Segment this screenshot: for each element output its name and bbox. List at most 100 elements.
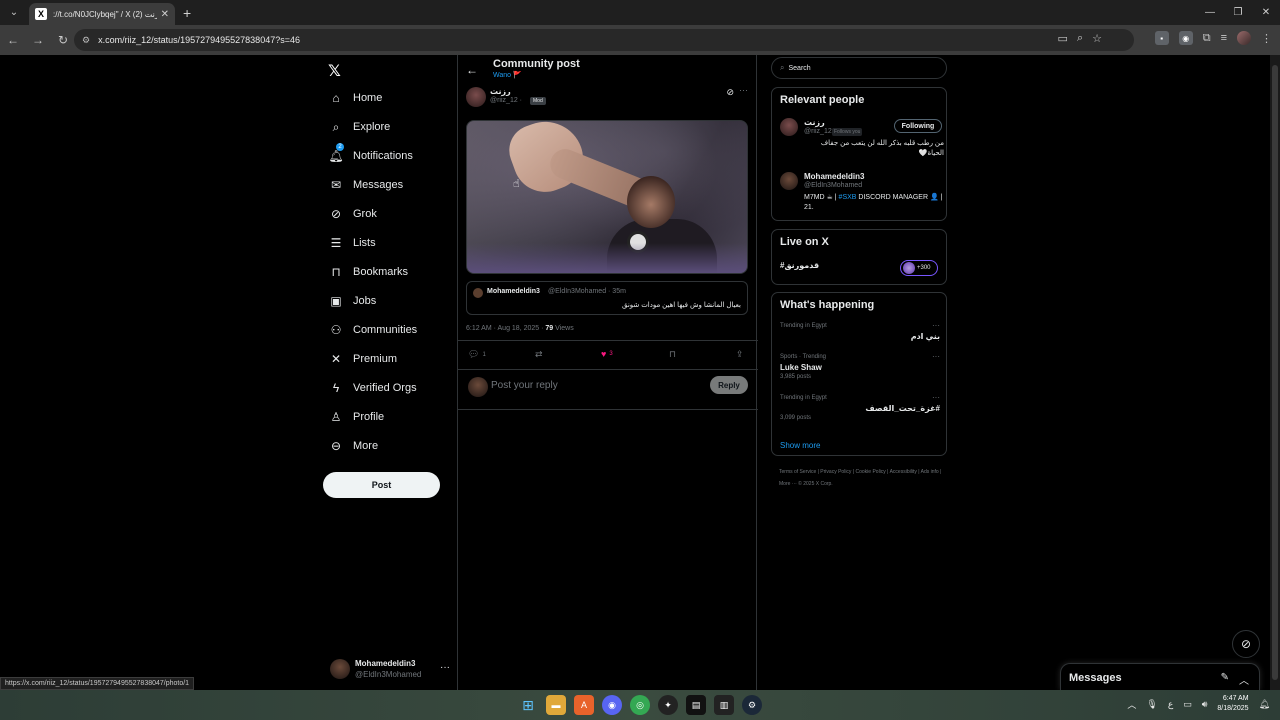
more-dots-icon[interactable]: ···	[739, 85, 748, 95]
avatar[interactable]	[466, 87, 486, 107]
nav-messages[interactable]: ✉ Messages	[328, 175, 403, 195]
profile-avatar[interactable]	[1237, 31, 1251, 45]
close-window-icon[interactable]: ✕	[1252, 0, 1280, 25]
more-dots-icon[interactable]: ···	[932, 321, 940, 330]
post-time: 6:12 AM · Aug 18, 2025 ·	[466, 325, 544, 332]
bookmark-star-icon[interactable]: ☆	[1092, 32, 1102, 45]
hashtag-link[interactable]: #SXB	[839, 194, 857, 201]
community-link[interactable]: Wano 🚩	[493, 71, 522, 79]
url-field[interactable]: ⚙ x.com/riiz_12/status/19572794955278380…	[74, 29, 1134, 51]
trend-item[interactable]: Sports · Trending ··· Luke Shaw 3,985 po…	[780, 352, 940, 384]
bookmark-action[interactable]: ⊓	[669, 349, 676, 360]
discord-icon[interactable]: ◉	[602, 695, 622, 715]
reply-input[interactable]: Post your reply	[491, 380, 558, 391]
quoted-post[interactable]: Mohamedeldin3 @EldIn3Mohamed · 35m بعيال…	[466, 281, 748, 315]
taskbar-clock[interactable]: 6:47 AM 8/18/2025	[1217, 694, 1248, 714]
minimize-icon[interactable]: —	[1196, 0, 1224, 25]
footer-links[interactable]: Terms of Service | Privacy Policy | Cook…	[779, 466, 949, 490]
page-scrollbar[interactable]	[1270, 55, 1280, 690]
volume-icon[interactable]: 🔊︎	[1202, 699, 1208, 710]
extension-icon[interactable]: ▪	[1154, 31, 1169, 45]
browser-tab[interactable]: X ://t.co/N0JClybqej" / X رزنت (2) ✕	[29, 3, 175, 25]
person-icon: ♙	[330, 410, 342, 424]
live-space-title[interactable]: #قدمورنق	[780, 261, 819, 270]
live-listeners-pill[interactable]: +300	[900, 260, 938, 276]
post-photo[interactable]: ☝	[466, 120, 748, 274]
nav-label: Communities	[353, 324, 418, 336]
microphone-icon[interactable]: 🎙︎	[1146, 699, 1157, 710]
person-handle: @EldIn3Mohamed	[804, 182, 863, 189]
grok-icon[interactable]: ⊘	[726, 87, 734, 98]
like-action[interactable]: ♥ 3	[601, 349, 613, 359]
back-arrow-icon[interactable]: ←	[466, 63, 478, 77]
extensions-puzzle-icon[interactable]: ⧉	[1203, 32, 1211, 45]
following-button[interactable]: Following	[894, 119, 942, 133]
nav-communities[interactable]: ⚇ Communities	[328, 320, 418, 340]
post-button[interactable]: Post	[323, 472, 440, 498]
share-action[interactable]: ⇪	[736, 349, 744, 360]
steam-icon[interactable]: ⚙	[742, 695, 762, 715]
nav-jobs[interactable]: ▣ Jobs	[328, 291, 376, 311]
account-switcher[interactable]: Mohamedeldin3 @EldIn3Mohamed ···	[330, 655, 450, 683]
file-explorer-icon[interactable]: ▬	[546, 695, 566, 715]
tab-search-icon[interactable]: ⌄	[3, 3, 25, 23]
forward-icon[interactable]: →	[26, 28, 50, 52]
trend-item[interactable]: Trending in Egypt ··· بني ادم	[780, 321, 940, 353]
tab-close-icon[interactable]: ✕	[161, 9, 169, 20]
author-name[interactable]: رزنت	[490, 87, 511, 96]
x-icon: ✕	[330, 352, 342, 366]
nav-home[interactable]: ⌂ Home	[328, 88, 382, 108]
nav-grok[interactable]: ⊘ Grok	[328, 204, 377, 224]
chevron-up-icon[interactable]: ︿	[1239, 672, 1249, 687]
browser-menu-icon[interactable]: ⋮	[1261, 32, 1272, 45]
more-dots-icon[interactable]: ···	[932, 352, 940, 361]
nav-profile[interactable]: ♙ Profile	[328, 407, 385, 427]
reply-button[interactable]: Reply	[710, 376, 748, 394]
zoom-icon[interactable]: ⌕	[1077, 32, 1083, 45]
new-tab-icon[interactable]: +	[183, 5, 191, 21]
language-icon[interactable]: ع	[1168, 699, 1173, 710]
repost-action[interactable]: ⇄	[535, 349, 543, 360]
site-info-icon[interactable]: ⚙	[82, 35, 90, 46]
terminal-icon[interactable]: ▤	[686, 695, 706, 715]
notification-bell-icon[interactable]: 🔔︎	[1259, 699, 1270, 710]
cast-icon[interactable]: ▭	[1058, 32, 1068, 45]
new-message-icon[interactable]: ✎	[1221, 672, 1229, 687]
windows-start-icon[interactable]: ⊞	[518, 695, 538, 715]
network-icon[interactable]: ▭	[1183, 699, 1192, 710]
grok-floating-button[interactable]: ⊘	[1232, 630, 1260, 658]
tray-chevron-icon[interactable]: ︿	[1127, 698, 1136, 711]
trend-item[interactable]: Trending in Egypt ··· #غزة_تحت_القصف 3,0…	[780, 393, 940, 425]
nav-bookmarks[interactable]: ⊓ Bookmarks	[328, 262, 408, 282]
extension-icon[interactable]: ◉	[1178, 31, 1193, 45]
people-icon: ⚇	[330, 323, 342, 337]
nav-notifications[interactable]: 🔔︎ 2 Notifications	[328, 143, 413, 166]
reply-action[interactable]: 💬︎ 1	[468, 349, 486, 360]
nav-explore[interactable]: ⌕ Explore	[328, 117, 391, 137]
more-dots-icon[interactable]: ···	[440, 662, 450, 673]
reload-icon[interactable]: ↻	[51, 28, 75, 52]
nav-verified-orgs[interactable]: ϟ Verified Orgs	[328, 378, 417, 398]
search-input[interactable]: ⌕ Search	[771, 57, 947, 79]
show-more-link[interactable]: Show more	[780, 441, 820, 450]
more-dots-icon[interactable]: ···	[932, 393, 940, 402]
app-a-icon[interactable]: A	[574, 695, 594, 715]
person-item[interactable]: رزنت @riiz_12 Follows you Following من ر…	[780, 118, 944, 166]
page-title: Community post	[493, 58, 580, 70]
photo-head	[627, 176, 675, 228]
x-logo-icon[interactable]: 𝕏	[328, 61, 341, 81]
trend-count: 3,985 posts	[780, 374, 812, 380]
app-icon[interactable]: ✦	[658, 695, 678, 715]
person-item[interactable]: Mohamedeldin3 @EldIn3Mohamed M7MD ☕ | #S…	[780, 172, 942, 216]
scrollbar-thumb[interactable]	[1272, 65, 1278, 680]
epic-games-icon[interactable]: ▥	[714, 695, 734, 715]
maximize-icon[interactable]: ❐	[1224, 0, 1252, 25]
chrome-icon[interactable]: ◎	[630, 695, 650, 715]
messages-drawer[interactable]: Messages ✎ ︿	[1060, 663, 1260, 690]
back-icon[interactable]: ←	[1, 28, 25, 52]
media-controls-icon[interactable]: ≡	[1221, 32, 1227, 44]
nav-lists[interactable]: ☰ Lists	[328, 233, 376, 253]
nav-more[interactable]: ⊖ More	[328, 436, 378, 456]
person-bio: من رطب قلبه بذكر الله لن يتعب من جفاف ال…	[820, 140, 944, 157]
nav-premium[interactable]: ✕ Premium	[328, 349, 397, 369]
